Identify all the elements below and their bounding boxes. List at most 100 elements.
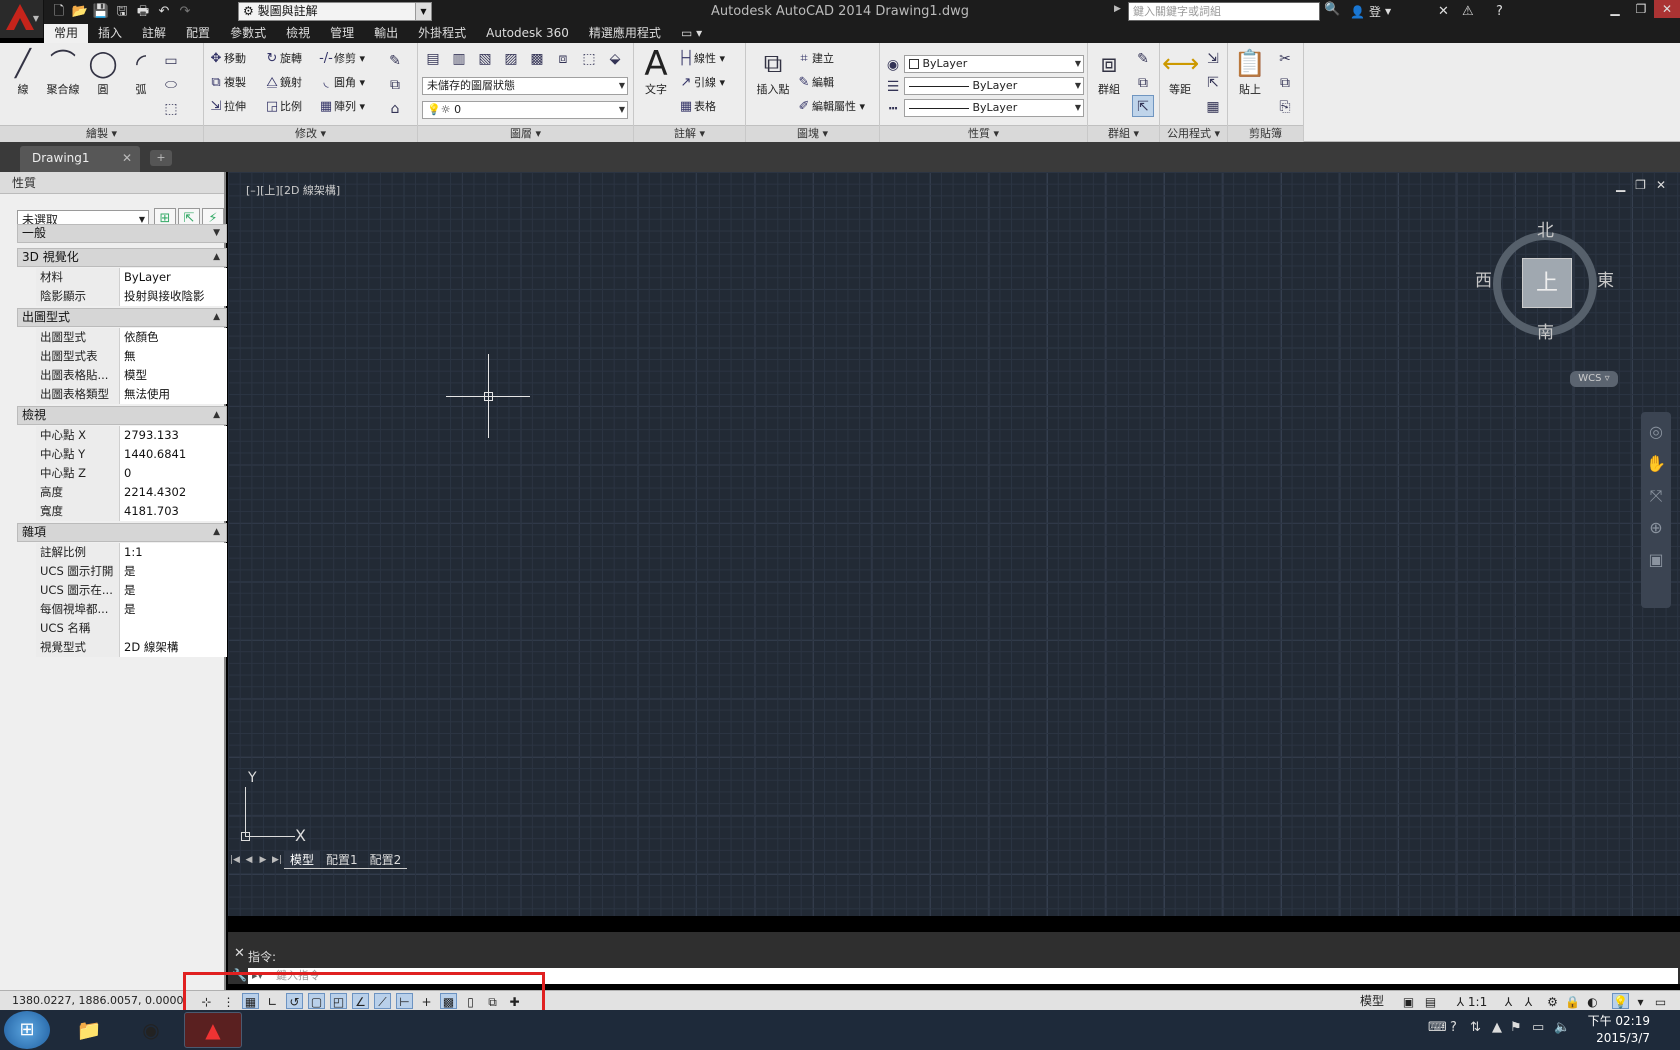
viewcube[interactable]: 上 北 南 西 東 xyxy=(1475,221,1614,346)
tab-output[interactable]: 輸出 xyxy=(364,24,408,43)
help-icon[interactable]: ? xyxy=(1496,2,1503,22)
panel-utilities-title[interactable]: 公用程式 ▾ xyxy=(1160,125,1227,142)
table-button[interactable]: ▦ 表格 xyxy=(678,97,716,117)
explode-icon[interactable]: ⧉ xyxy=(384,73,406,95)
undo-icon[interactable]: ↶ xyxy=(155,3,173,21)
property-row[interactable]: 中心點 X 2793.133 xyxy=(36,426,227,445)
file-explorer-icon[interactable]: 📁 xyxy=(60,1012,118,1048)
section-header[interactable]: 3D 視覺化 ▲ xyxy=(17,248,227,267)
property-row[interactable]: 材料 ByLayer xyxy=(36,268,227,287)
linear-dim-button[interactable]: ├┤線性 ▾ xyxy=(678,49,725,69)
property-row[interactable]: UCS 名稱 xyxy=(36,619,227,638)
autocad-taskbar-icon[interactable]: ▲ xyxy=(184,1012,242,1048)
layer-states-icon[interactable]: ▥ xyxy=(448,47,470,69)
property-value[interactable]: 是 xyxy=(120,600,227,619)
property-value[interactable]: 投射與接收陰影 xyxy=(120,287,227,306)
circle-button[interactable]: ◯ 圓 xyxy=(86,47,120,97)
prev-layout-icon[interactable]: ◀ xyxy=(242,855,256,865)
help-tray-icon[interactable]: ? xyxy=(1450,1020,1457,1035)
section-header[interactable]: 檢視 ▲ xyxy=(17,406,227,425)
restore-icon[interactable]: ❐ xyxy=(1635,178,1646,192)
compass-south[interactable]: 南 xyxy=(1537,318,1554,343)
chrome-icon[interactable]: ◉ xyxy=(122,1012,180,1048)
panel-block-title[interactable]: 圖塊 ▾ xyxy=(746,125,879,142)
array-button[interactable]: ▦ 陣列 ▾ xyxy=(318,97,365,117)
lineweight-select[interactable]: ByLayer ▼ xyxy=(904,77,1084,95)
application-menu-button[interactable]: ▼ xyxy=(0,0,44,38)
move-button[interactable]: ✥ 移動 xyxy=(208,49,246,69)
panel-clipboard-title[interactable]: 剪貼簿 xyxy=(1228,125,1303,142)
group-button[interactable]: ⧈ 群組 xyxy=(1090,47,1128,97)
match-properties-icon[interactable]: ◉ xyxy=(882,53,904,75)
coordinate-readout[interactable]: 1380.0227, 1886.0057, 0.0000 xyxy=(12,991,183,1011)
showmotion-icon[interactable]: ▣ xyxy=(1641,550,1671,582)
create-block-button[interactable]: ⌗ 建立 xyxy=(796,49,834,69)
property-row[interactable]: 高度 2214.4302 xyxy=(36,483,227,502)
panel-groups-title[interactable]: 群組 ▾ xyxy=(1088,125,1159,142)
polyline-button[interactable]: ⌒ 聚合線 xyxy=(42,47,84,97)
property-row[interactable]: 寬度 4181.703 xyxy=(36,502,227,521)
workspace-select[interactable]: ⚙ 製圖與註解 ▼ xyxy=(238,2,432,21)
tab-parametric[interactable]: 參數式 xyxy=(220,24,276,43)
compass-east[interactable]: 東 xyxy=(1597,266,1614,291)
region-icon[interactable]: ⬚ xyxy=(160,97,182,119)
property-value[interactable]: 是 xyxy=(120,562,227,581)
close-tab-icon[interactable]: ✕ xyxy=(122,146,132,170)
property-value[interactable]: 是 xyxy=(120,581,227,600)
close-icon[interactable]: ✕ xyxy=(1656,178,1666,192)
network-share-icon[interactable]: ⇅ xyxy=(1470,1020,1481,1035)
close-icon[interactable]: ✕ xyxy=(1654,0,1680,18)
maximize-icon[interactable]: ❐ xyxy=(1628,0,1654,18)
property-value[interactable]: 0 xyxy=(120,464,227,483)
line-button[interactable]: ╱ 線 xyxy=(6,47,40,97)
panel-layers-title[interactable]: 圖層 ▾ xyxy=(418,125,633,142)
calculator-icon[interactable]: ▦ xyxy=(1202,95,1224,117)
copy-clip-icon[interactable]: ⧉ xyxy=(1274,71,1296,93)
property-value[interactable]: 1440.6841 xyxy=(120,445,227,464)
a360-icon[interactable]: ⚠ xyxy=(1462,2,1474,22)
minimize-icon[interactable]: ▁ xyxy=(1616,178,1625,192)
cut-icon[interactable]: ✂ xyxy=(1274,47,1296,69)
leader-button[interactable]: ↗ 引線 ▾ xyxy=(678,73,725,93)
show-hidden-icons-icon[interactable]: ▲ xyxy=(1492,1020,1502,1035)
fillet-button[interactable]: ◟ 圓角 ▾ xyxy=(318,73,365,93)
pan-icon[interactable]: ✋ xyxy=(1641,454,1671,486)
zoom-icon[interactable]: ⤧ xyxy=(1641,486,1671,518)
clean-screen-icon[interactable]: ▭ xyxy=(1652,993,1669,1009)
plot-icon[interactable]: 🖶 xyxy=(134,3,152,21)
save-icon[interactable]: 💾 xyxy=(92,3,110,21)
property-row[interactable]: 出圖表格類型 無法使用 xyxy=(36,385,227,404)
exchange-icon[interactable]: ✕ xyxy=(1438,2,1449,22)
open-file-icon[interactable]: 📂 xyxy=(71,3,89,21)
layout-tab-layout2[interactable]: 配置2 xyxy=(363,851,408,869)
status-menu-icon[interactable]: ▾ xyxy=(1632,993,1649,1009)
hardware-acceleration-icon[interactable]: ◐ xyxy=(1584,993,1601,1009)
tab-plugins[interactable]: 外掛程式 xyxy=(408,24,476,43)
lineweight-icon[interactable]: ☰ xyxy=(882,75,904,97)
help-search-input[interactable]: 鍵入關鍵字或詞組 xyxy=(1128,2,1320,21)
viewcube-top-face[interactable]: 上 xyxy=(1522,258,1572,308)
property-value[interactable]: 依顏色 xyxy=(120,328,227,347)
action-center-flag-icon[interactable]: ⚑ xyxy=(1510,1020,1522,1035)
property-row[interactable]: UCS 圖示打開是 xyxy=(36,562,227,581)
annotation-visibility-icon[interactable]: ⅄ xyxy=(1500,993,1517,1009)
arc-button[interactable]: ◜ 弧 xyxy=(124,47,158,97)
ungroup-icon[interactable]: ✎ xyxy=(1132,47,1154,69)
property-value[interactable]: 2793.133 xyxy=(120,426,227,445)
layer-lock-icon[interactable]: ⧈ xyxy=(552,47,574,69)
section-header[interactable]: 雜項 ▲ xyxy=(17,523,227,542)
redo-icon[interactable]: ↷ xyxy=(176,3,194,21)
layer-isolate-icon[interactable]: ▨ xyxy=(500,47,522,69)
keyboard-icon[interactable]: ⌨ xyxy=(1428,1020,1447,1035)
edit-attributes-button[interactable]: ✐ 編輯屬性 ▾ xyxy=(796,97,865,117)
tab-layout[interactable]: 配置 xyxy=(176,24,220,43)
volume-icon[interactable]: 🔈 xyxy=(1554,1020,1570,1035)
wcs-menu[interactable]: WCS ▿ xyxy=(1570,371,1618,387)
quick-select-icon[interactable]: ⇲ xyxy=(1202,47,1224,69)
next-layout-icon[interactable]: ▶ xyxy=(256,855,270,865)
tab-annotate[interactable]: 註解 xyxy=(132,24,176,43)
property-value[interactable]: ByLayer xyxy=(120,268,227,287)
property-value[interactable]: 4181.703 xyxy=(120,502,227,521)
layout-tab-model[interactable]: 模型 xyxy=(284,851,321,869)
search-expand-icon[interactable]: ▶ xyxy=(1114,4,1121,14)
